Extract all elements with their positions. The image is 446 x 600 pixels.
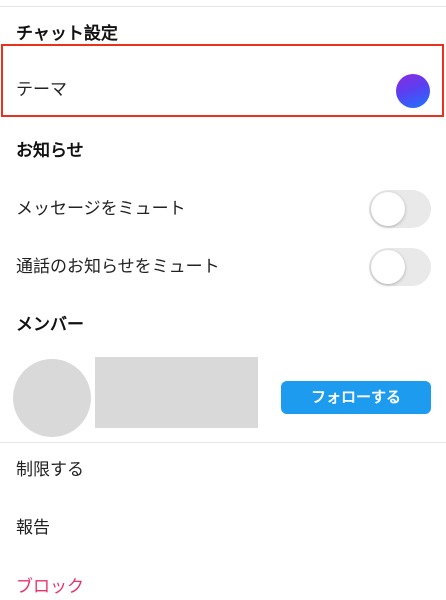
section-divider [0,442,446,443]
toggle-knob [371,250,405,284]
chat-settings-header: チャット設定 [16,24,118,44]
top-divider [0,6,446,7]
members-header: メンバー [16,315,84,335]
follow-button[interactable]: フォローする [281,381,431,414]
mute-calls-label: 通話のお知らせをミュート [16,257,220,277]
block-action[interactable]: ブロック [16,577,84,597]
notifications-header: お知らせ [16,141,84,161]
highlight-annotation-box [1,44,444,117]
report-action[interactable]: 報告 [16,518,50,538]
mute-messages-label: メッセージをミュート [16,199,186,219]
member-name-placeholder[interactable] [95,357,258,428]
mute-calls-toggle[interactable] [369,248,431,286]
restrict-action[interactable]: 制限する [16,460,84,480]
member-avatar[interactable] [13,359,91,437]
toggle-knob [371,192,405,226]
mute-messages-toggle[interactable] [369,190,431,228]
